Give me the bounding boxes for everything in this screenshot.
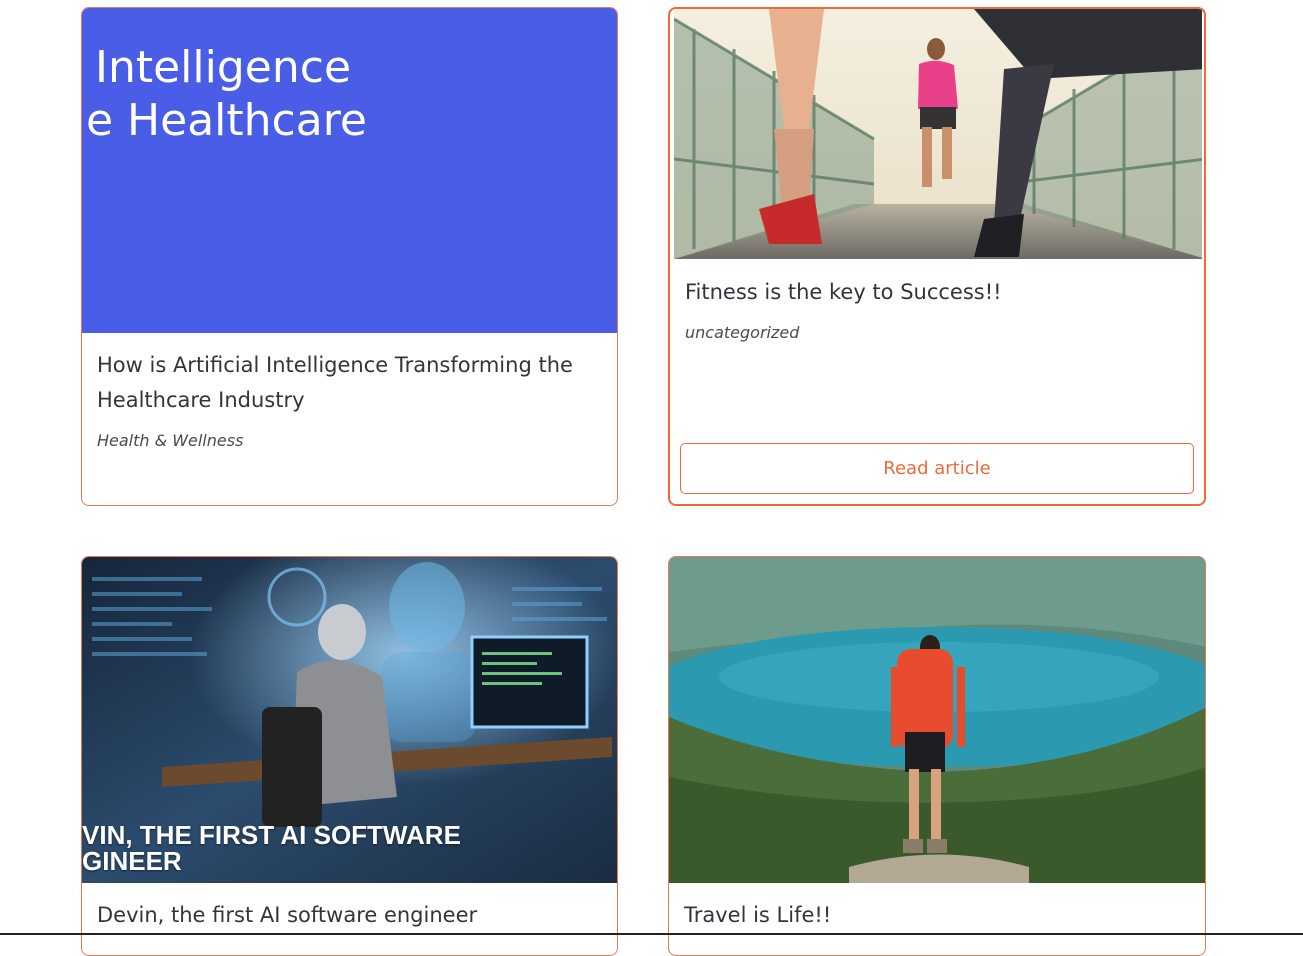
- post-image-fitness[interactable]: [674, 9, 1202, 259]
- post-card-ai-healthcare[interactable]: Intelligence e Healthcare How is Artific…: [81, 7, 618, 506]
- post-card-devin[interactable]: VIN, THE FIRST AI SOFTWARE GINEER Devin,…: [81, 556, 618, 956]
- post-category[interactable]: uncategorized: [685, 323, 799, 342]
- post-card-fitness[interactable]: Fitness is the key to Success!! uncatego…: [668, 7, 1206, 506]
- image-text-line-1: Intelligence: [95, 42, 352, 93]
- post-image-devin[interactable]: VIN, THE FIRST AI SOFTWARE GINEER: [82, 557, 617, 883]
- post-image-travel[interactable]: [669, 557, 1205, 883]
- post-card-travel[interactable]: Travel is Life!!: [668, 556, 1206, 956]
- runners-photo: [674, 9, 1202, 259]
- post-title[interactable]: Fitness is the key to Success!!: [685, 275, 1164, 310]
- post-title[interactable]: Travel is Life!!: [684, 898, 1165, 933]
- image-text-line-2: e Healthcare: [86, 95, 367, 146]
- image-text-line-1: VIN, THE FIRST AI SOFTWARE: [82, 820, 461, 850]
- image-text-line-2: GINEER: [82, 846, 182, 876]
- post-title[interactable]: Devin, the first AI software engineer: [97, 898, 577, 933]
- post-image-ai-healthcare[interactable]: Intelligence e Healthcare: [82, 8, 617, 333]
- hiker-lake-photo: [669, 557, 1205, 883]
- post-category[interactable]: Health & Wellness: [97, 431, 243, 450]
- read-article-button[interactable]: Read article: [680, 443, 1194, 494]
- post-title[interactable]: How is Artificial Intelligence Transform…: [97, 348, 577, 418]
